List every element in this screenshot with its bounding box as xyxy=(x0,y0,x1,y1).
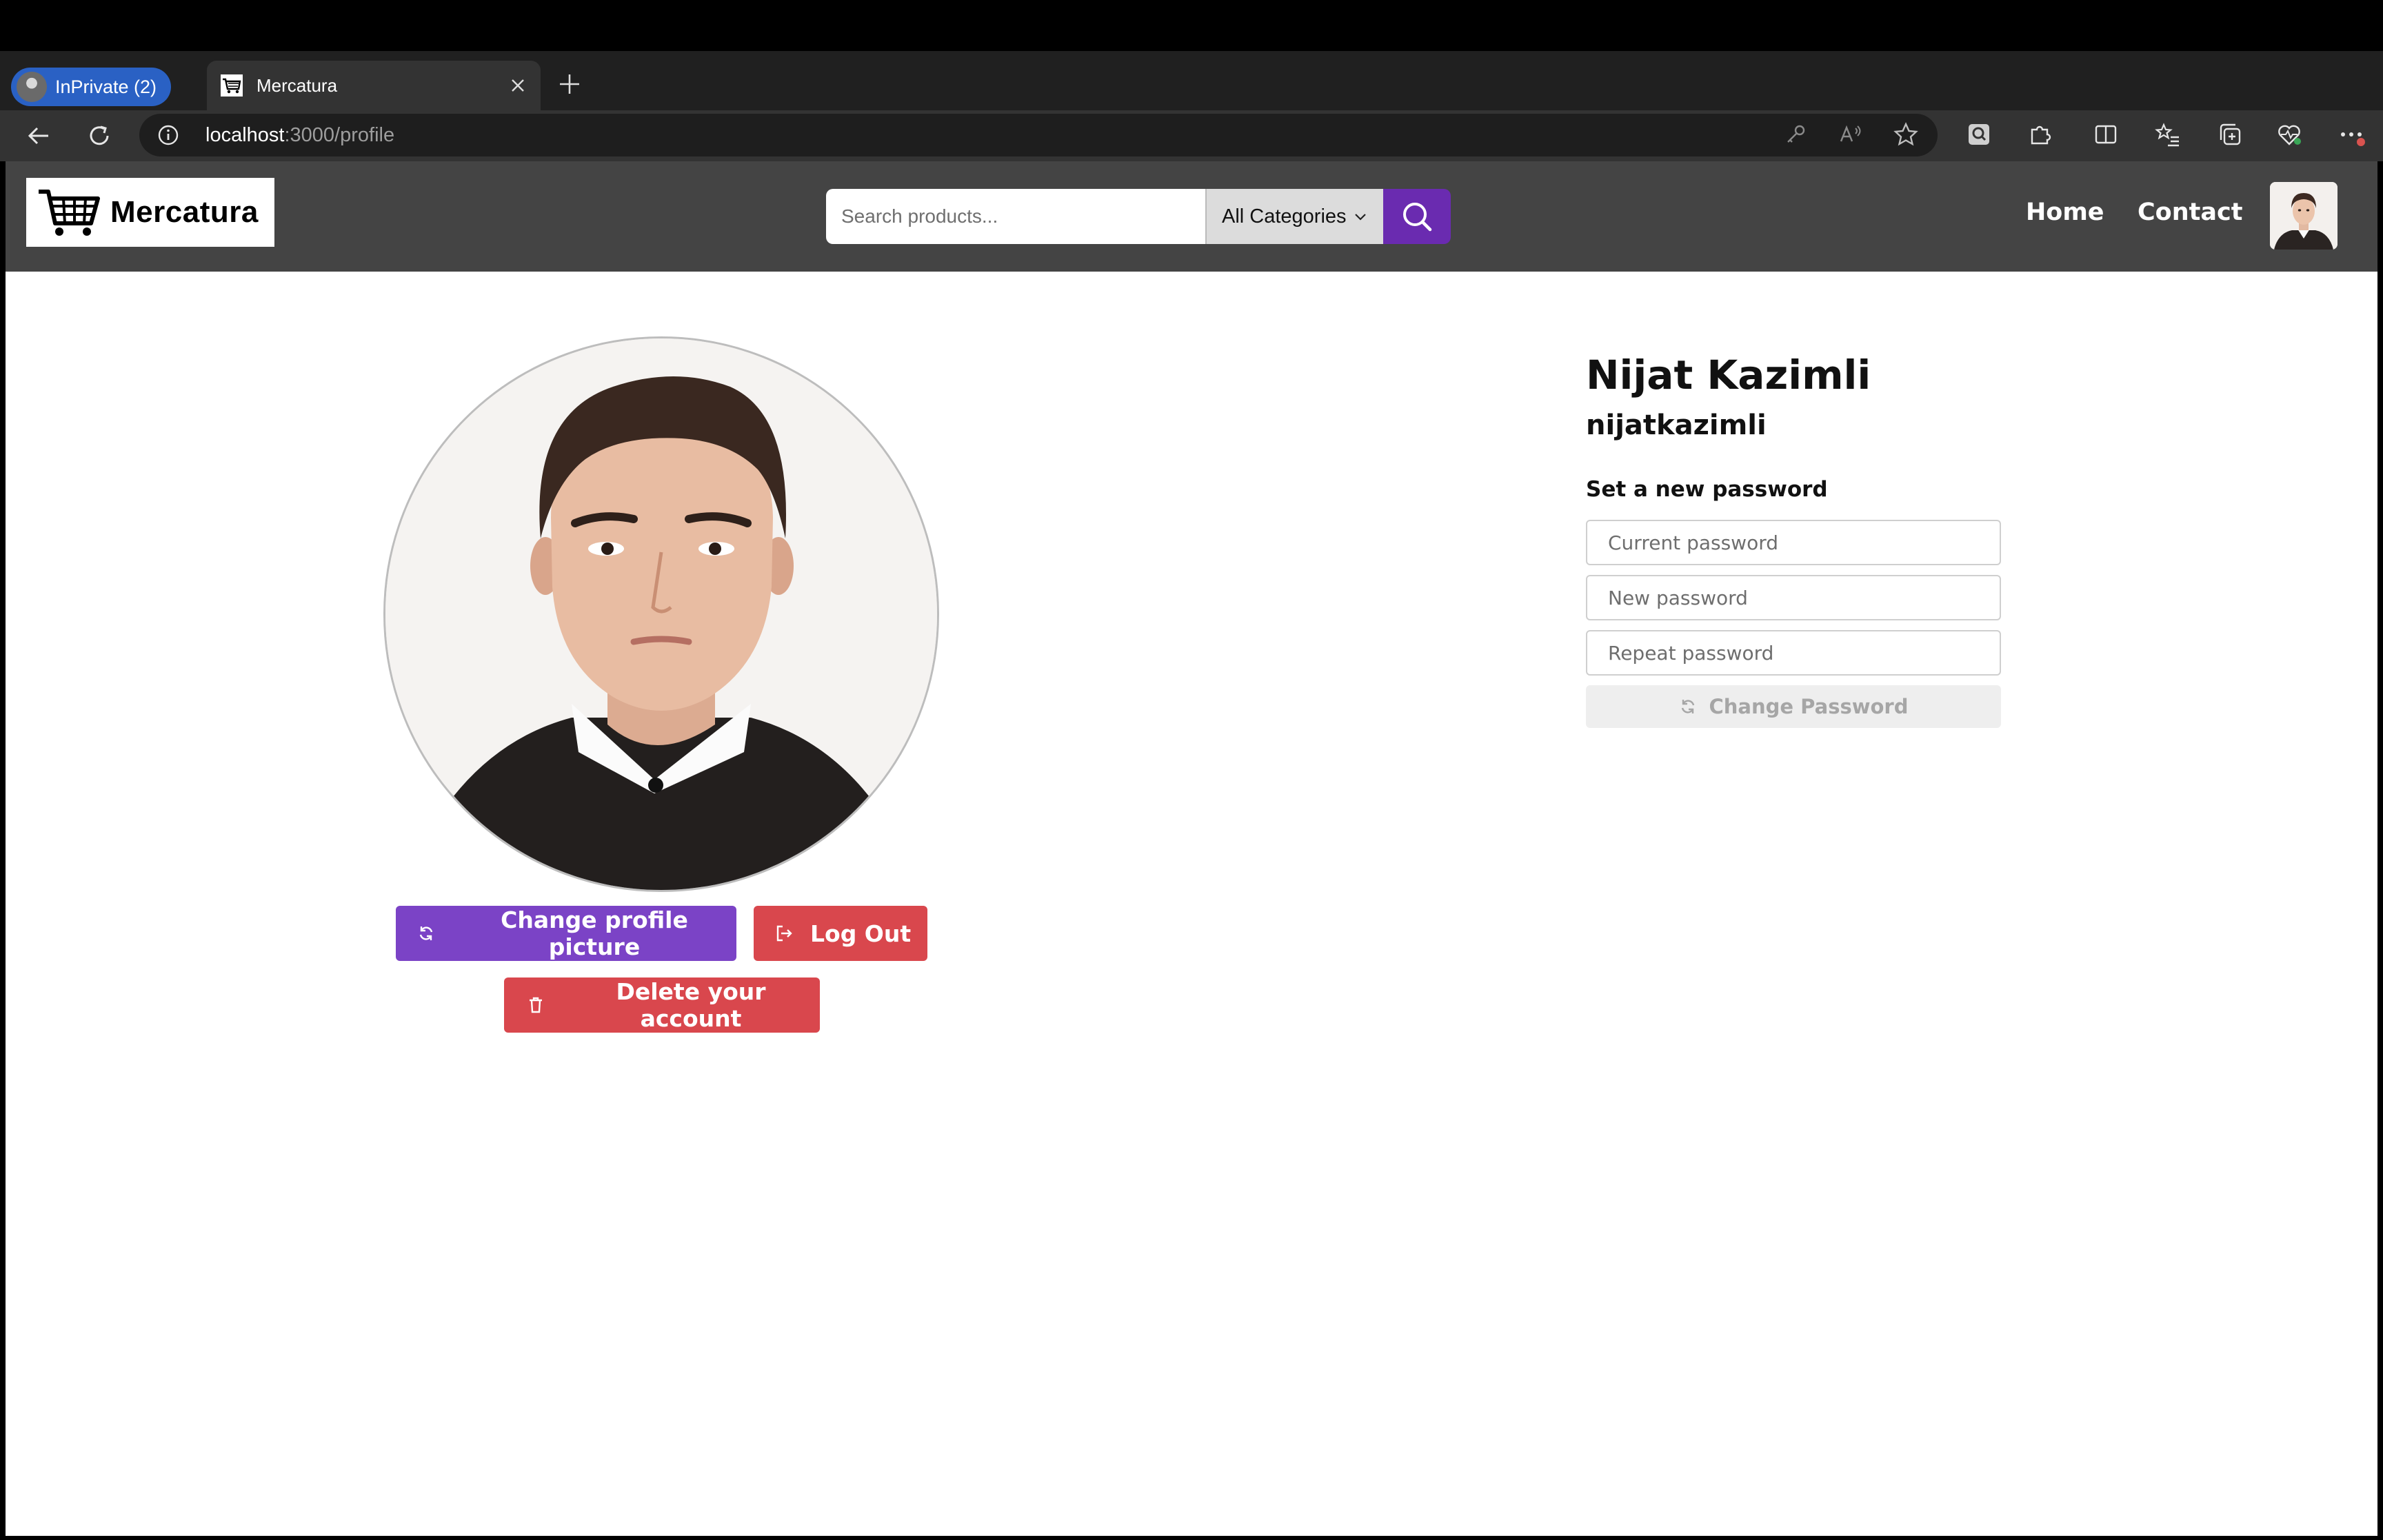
repeat-password-field[interactable] xyxy=(1586,630,2001,676)
logout-button[interactable]: Log Out xyxy=(754,906,927,961)
delete-account-button[interactable]: Delete your account xyxy=(504,977,820,1033)
split-screen-icon[interactable] xyxy=(2092,121,2120,148)
browser-health-icon[interactable] xyxy=(2275,121,2303,148)
os-top-bar xyxy=(0,0,2383,51)
new-password-field[interactable] xyxy=(1586,575,2001,620)
profile-username: nijatkazimli xyxy=(1586,409,1767,441)
favorites-list-icon[interactable] xyxy=(2154,121,2182,148)
user-avatar[interactable] xyxy=(2270,182,2337,250)
key-icon[interactable] xyxy=(1782,121,1809,148)
logout-label: Log Out xyxy=(810,920,912,947)
profile-avatar-icon xyxy=(17,72,47,102)
extensions-puzzle-icon[interactable] xyxy=(2026,121,2053,148)
search-input[interactable] xyxy=(826,189,1205,244)
tab-title: Mercatura xyxy=(257,74,338,96)
extension-search-icon[interactable] xyxy=(1965,121,1993,148)
category-select[interactable]: All Categories xyxy=(1205,189,1383,244)
url-text: localhost:3000/profile xyxy=(205,124,394,147)
change-profile-picture-button[interactable]: Change profile picture xyxy=(396,906,736,961)
nav-link-contact[interactable]: Contact xyxy=(2138,199,2242,226)
url-path: :3000/profile xyxy=(284,124,395,146)
logout-icon xyxy=(776,925,792,942)
info-icon[interactable] xyxy=(157,124,179,146)
trash-icon xyxy=(530,997,542,1013)
search-icon xyxy=(1403,203,1432,232)
page-viewport: Mercatura All Categories Home Contact xyxy=(6,161,2377,1536)
back-arrow-icon[interactable] xyxy=(25,122,52,150)
more-menu-icon[interactable] xyxy=(2337,121,2365,148)
profile-full-name: Nijat Kazimli xyxy=(1586,352,1871,398)
profile-photo-image xyxy=(385,338,937,890)
browser-tab-active[interactable]: Mercatura xyxy=(207,61,541,110)
cart-favicon-icon xyxy=(221,74,243,97)
refresh-icon[interactable] xyxy=(86,122,113,150)
current-password-field[interactable] xyxy=(1586,520,2001,565)
brand-name: Mercatura xyxy=(110,195,259,229)
url-field[interactable]: localhost:3000/profile xyxy=(139,114,1938,156)
site-navbar: Mercatura All Categories Home Contact xyxy=(6,161,2377,272)
change-password-button[interactable]: Change Password xyxy=(1586,685,2001,728)
url-host: localhost xyxy=(205,124,285,146)
inprivate-profile-button[interactable]: InPrivate (2) xyxy=(11,68,171,106)
favorite-star-icon[interactable] xyxy=(1892,121,1920,148)
profile-picture xyxy=(383,336,939,892)
product-search: All Categories xyxy=(826,189,1451,244)
close-icon[interactable] xyxy=(507,75,528,96)
nav-link-home[interactable]: Home xyxy=(2026,199,2104,226)
collections-icon[interactable] xyxy=(2216,121,2244,148)
change-profile-picture-label: Change profile picture xyxy=(501,906,688,960)
read-aloud-icon[interactable] xyxy=(1837,121,1864,148)
change-password-label: Change Password xyxy=(1709,695,1909,718)
chevron-down-icon xyxy=(1354,214,1366,221)
delete-account-label: Delete your account xyxy=(616,978,766,1032)
new-tab-plus-icon[interactable] xyxy=(557,72,582,97)
sync-icon xyxy=(1682,700,1695,713)
sync-icon xyxy=(419,926,433,940)
search-button[interactable] xyxy=(1383,189,1451,244)
password-form-title: Set a new password xyxy=(1586,477,1828,502)
site-logo[interactable]: Mercatura xyxy=(26,178,274,247)
shopping-cart-icon xyxy=(39,190,100,236)
category-select-value: All Categories xyxy=(1222,205,1347,227)
inprivate-label: InPrivate (2) xyxy=(55,76,157,97)
